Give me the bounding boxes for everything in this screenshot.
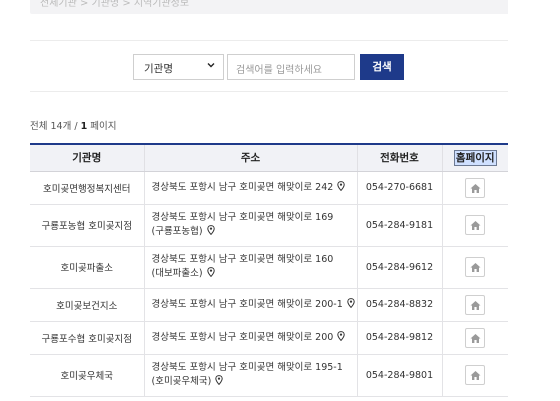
row-address: 경상북도 포항시 남구 호미곶면 해맞이로 200-1: [143, 288, 357, 322]
home-icon: [470, 183, 481, 193]
row-address: 경상북도 포항시 남구 호미곶면 해맞이로 169 (구룡포농협): [143, 204, 357, 247]
row-address-line: 경상북도 포항시 남구 호미곶면 해맞이로 169: [151, 212, 334, 223]
row-address-line: 경상북도 포항시 남구 호미곶면 해맞이로 200-1: [151, 298, 343, 310]
homepage-button[interactable]: [465, 365, 486, 385]
col-header-address: 주소: [143, 144, 357, 172]
search-category-value: 기관명: [144, 63, 173, 75]
row-name: 호미곶보건지소: [30, 288, 144, 322]
result-summary: 전체 14개 / 1 페이지: [30, 118, 116, 132]
search-area: 기관명 검색어를 입력하세요 검색: [30, 40, 508, 92]
row-name: 호미곶파출소: [30, 246, 144, 289]
row-phone: 054-284-9801: [356, 354, 442, 397]
row-address-sub: (대보파출소): [151, 268, 203, 279]
row-name: 구룡포수협 호미곶지점: [30, 321, 144, 355]
map-pin-icon[interactable]: [206, 267, 215, 277]
home-icon: [470, 300, 481, 310]
breadcrumb-bar: 전체기관 > 기관명 > 지역기관정보: [30, 0, 508, 14]
map-pin-icon[interactable]: [337, 330, 346, 341]
row-homepage: [441, 204, 508, 247]
institution-table: 기관명 주소 전화번호 홈페이지 호미곶면행정복지센터 경상북도 포항시 남구 …: [30, 143, 508, 397]
table-header-row: 기관명 주소 전화번호 홈페이지: [30, 144, 508, 172]
row-phone: 054-284-9812: [356, 321, 442, 355]
table-row: 구룡포수협 호미곶지점 경상북도 포항시 남구 호미곶면 해맞이로 200 05…: [30, 321, 508, 355]
table-row: 호미곶우체국 경상북도 포항시 남구 호미곶면 해맞이로 195-1 (호미곶우체…: [30, 354, 508, 397]
row-phone: 054-284-9181: [356, 204, 442, 247]
homepage-button[interactable]: [465, 327, 486, 348]
row-phone: 054-270-6681: [356, 171, 442, 205]
row-name: 구룡포농협 호미곶지점: [30, 204, 144, 247]
row-address-line: 경상북도 포항시 남구 호미곶면 해맞이로 160: [151, 254, 334, 265]
breadcrumb: 전체기관 > 기관명 > 지역기관정보: [40, 0, 190, 9]
row-address-line: 경상북도 포항시 남구 호미곶면 해맞이로 200: [151, 331, 334, 343]
homepage-button[interactable]: [465, 177, 486, 198]
table-row: 구룡포농협 호미곶지점 경상북도 포항시 남구 호미곶면 해맞이로 169 (구룡…: [30, 204, 508, 247]
row-homepage: [441, 246, 508, 289]
row-homepage: [441, 288, 508, 322]
map-pin-icon[interactable]: [206, 225, 215, 235]
row-address: 경상북도 포항시 남구 호미곶면 해맞이로 195-1 (호미곶우체국): [143, 354, 357, 397]
row-address: 경상북도 포항시 남구 호미곶면 해맞이로 242: [143, 171, 357, 205]
home-icon: [470, 371, 481, 380]
map-pin-icon[interactable]: [347, 297, 355, 308]
homepage-button[interactable]: [465, 215, 486, 235]
search-input[interactable]: 검색어를 입력하세요: [227, 54, 355, 80]
row-name: 호미곶면행정복지센터: [30, 171, 144, 205]
col-header-name: 기관명: [30, 144, 144, 172]
row-address-sub: (구룡포농협): [151, 226, 203, 237]
table-row: 호미곶보건지소 경상북도 포항시 남구 호미곶면 해맞이로 200-1 054-…: [30, 288, 508, 322]
map-pin-icon[interactable]: [337, 180, 346, 191]
row-address: 경상북도 포항시 남구 호미곶면 해맞이로 200: [143, 321, 357, 355]
row-name: 호미곶우체국: [30, 354, 144, 397]
row-homepage: [441, 171, 508, 205]
homepage-button[interactable]: [465, 257, 486, 277]
home-icon: [470, 263, 481, 272]
map-pin-icon[interactable]: [215, 375, 224, 385]
col-header-homepage: 홈페이지: [441, 144, 508, 172]
row-address: 경상북도 포항시 남구 호미곶면 해맞이로 160 (대보파출소): [143, 246, 357, 289]
result-count: 전체 14개 /: [30, 121, 81, 132]
row-phone: 054-284-9612: [356, 246, 442, 289]
row-address-line: 경상북도 포항시 남구 호미곶면 해맞이로 242: [151, 181, 334, 193]
row-address-line: 경상북도 포항시 남구 호미곶면 해맞이로 195-1: [151, 362, 343, 373]
row-phone: 054-284-8832: [356, 288, 442, 322]
chevron-down-icon: [207, 63, 215, 68]
col-header-homepage-label: 홈페이지: [453, 150, 497, 167]
home-icon: [470, 221, 481, 230]
row-homepage: [441, 321, 508, 355]
search-category-select[interactable]: 기관명: [133, 54, 224, 80]
row-address-sub: (호미곶우체국): [151, 376, 212, 387]
table-row: 호미곶파출소 경상북도 포항시 남구 호미곶면 해맞이로 160 (대보파출소) …: [30, 246, 508, 289]
col-header-phone: 전화번호: [356, 144, 442, 172]
home-icon: [470, 333, 481, 343]
search-button[interactable]: 검색: [360, 54, 404, 80]
table-row: 호미곶면행정복지센터 경상북도 포항시 남구 호미곶면 해맞이로 242 054…: [30, 171, 508, 205]
page-suffix: 페이지: [87, 121, 117, 132]
homepage-button[interactable]: [465, 294, 486, 315]
search-placeholder: 검색어를 입력하세요: [236, 65, 322, 76]
row-homepage: [441, 354, 508, 397]
